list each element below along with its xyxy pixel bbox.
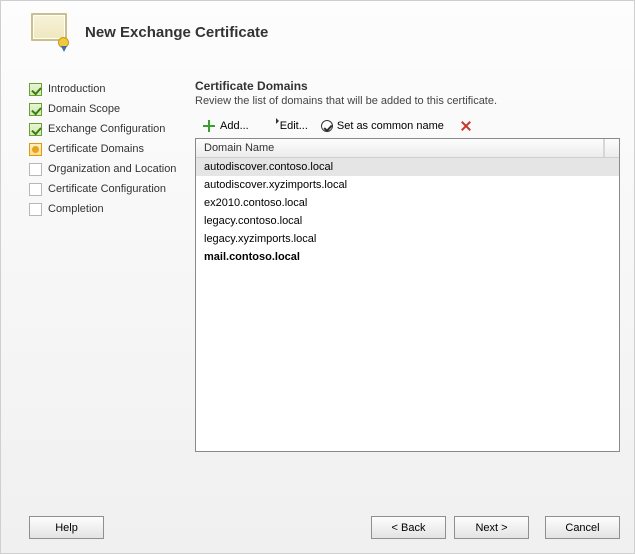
next-button[interactable]: Next > [454,516,529,539]
domain-toolbar: Add... Edit... Set as common name [195,113,620,138]
nav-button-group: < Back Next > [371,516,529,539]
cancel-button[interactable]: Cancel [545,516,620,539]
set-common-name-button[interactable]: Set as common name [316,118,449,134]
wizard-nav: Introduction Domain Scope Exchange Configu… [29,79,183,495]
pending-step-icon [29,203,42,216]
nav-step-label: Certificate Configuration [48,182,166,196]
wizard-main: Certificate Domains Review the list of d… [183,79,620,495]
edit-label: Edit... [280,120,308,132]
nav-step-label: Certificate Domains [48,142,144,156]
domain-list[interactable]: Domain Name autodiscover.contoso.localau… [195,138,620,452]
certificate-icon [29,11,71,53]
column-header-domain-name[interactable]: Domain Name [196,139,604,157]
check-icon [29,123,42,136]
nav-step-label: Organization and Location [48,162,176,176]
section-subtitle: Review the list of domains that will be … [195,95,620,107]
list-item[interactable]: autodiscover.xyzimports.local [196,176,619,194]
list-item[interactable]: legacy.contoso.local [196,212,619,230]
nav-step-label: Introduction [48,82,105,96]
nav-step-5[interactable]: Certificate Configuration [29,179,183,199]
check-icon [29,103,42,116]
list-header-row: Domain Name [196,139,619,158]
edit-icon [262,119,276,133]
nav-step-3[interactable]: Certificate Domains [29,139,183,159]
list-item[interactable]: legacy.xyzimports.local [196,230,619,248]
nav-step-4[interactable]: Organization and Location [29,159,183,179]
nav-step-6[interactable]: Completion [29,199,183,219]
wizard-body: Introduction Domain Scope Exchange Configu… [29,79,620,495]
edit-button[interactable]: Edit... [257,117,313,135]
nav-step-label: Domain Scope [48,102,120,116]
wizard-footer: Help < Back Next > Cancel [1,504,634,553]
delete-icon [459,119,473,133]
section-title: Certificate Domains [195,79,620,93]
add-icon [202,119,216,133]
check-icon [29,83,42,96]
list-body: autodiscover.contoso.localautodiscover.x… [196,158,619,266]
nav-step-label: Completion [48,202,104,216]
list-item[interactable]: mail.contoso.local [196,248,619,266]
wizard-window: New Exchange Certificate Introduction Dom… [0,0,635,554]
add-button[interactable]: Add... [197,117,254,135]
wizard-header: New Exchange Certificate [1,1,634,67]
nav-step-0[interactable]: Introduction [29,79,183,99]
pending-step-icon [29,163,42,176]
check-circle-icon [321,120,333,132]
wizard-title: New Exchange Certificate [85,24,268,41]
help-button[interactable]: Help [29,516,104,539]
delete-button[interactable] [452,117,480,135]
list-item[interactable]: ex2010.contoso.local [196,194,619,212]
nav-step-2[interactable]: Exchange Configuration [29,119,183,139]
pending-step-icon [29,183,42,196]
back-button[interactable]: < Back [371,516,446,539]
set-common-name-label: Set as common name [337,120,444,132]
list-item[interactable]: autodiscover.contoso.local [196,158,619,176]
nav-step-1[interactable]: Domain Scope [29,99,183,119]
active-step-icon [29,143,42,156]
list-header-grip [604,139,619,157]
add-label: Add... [220,120,249,132]
nav-step-label: Exchange Configuration [48,122,165,136]
